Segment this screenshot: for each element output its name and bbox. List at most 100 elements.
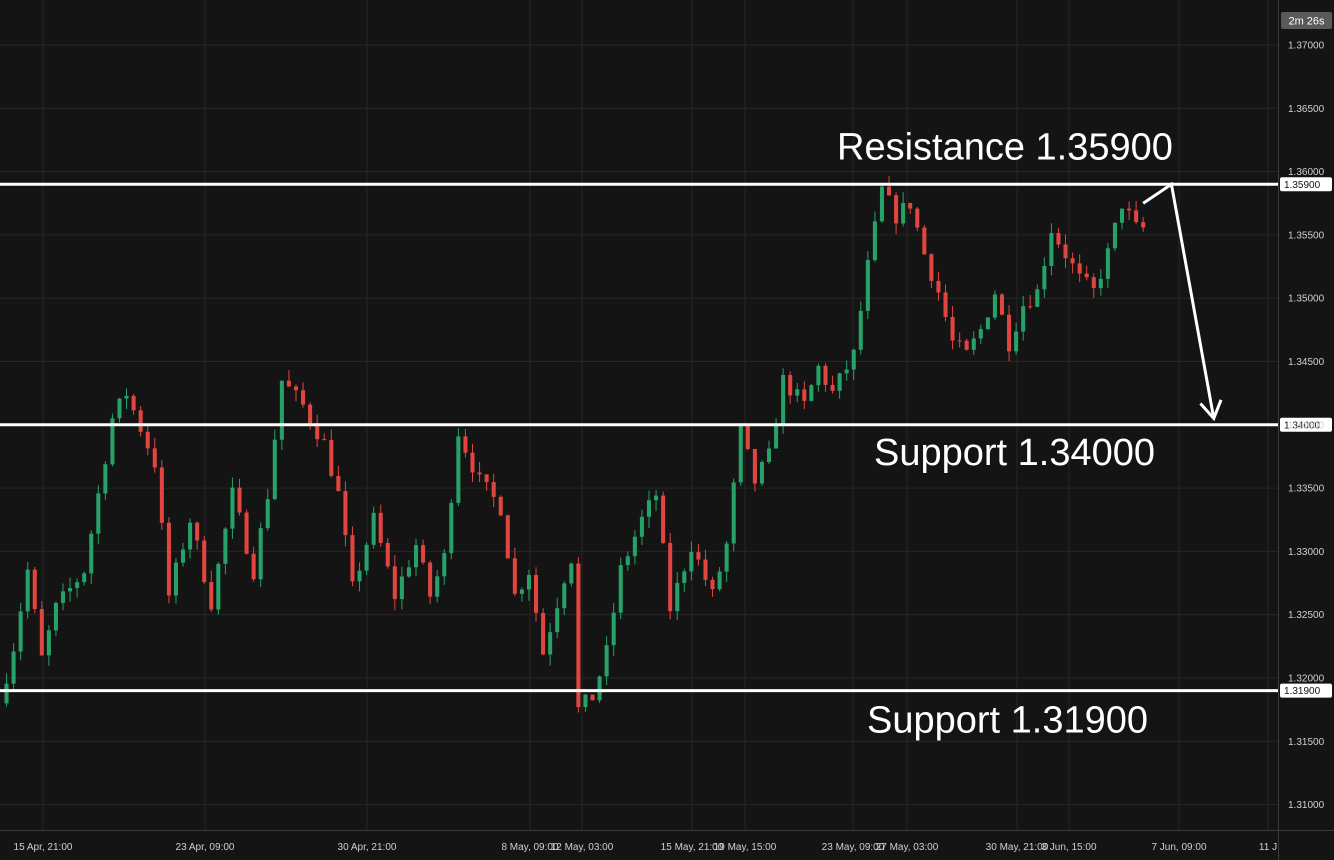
candle-body <box>202 540 207 583</box>
candle-body <box>272 439 277 500</box>
candle-body <box>251 553 256 580</box>
candle-body <box>1127 208 1132 211</box>
candle-body <box>703 559 708 580</box>
candle <box>731 478 736 552</box>
candle-body <box>265 499 270 529</box>
candle-body <box>336 476 341 492</box>
candle-body <box>53 602 58 631</box>
candle <box>272 429 277 501</box>
candle-body <box>421 545 426 563</box>
candle-body <box>611 612 616 646</box>
candle <box>985 316 990 330</box>
candle-body <box>216 563 221 610</box>
candle-body <box>145 431 150 449</box>
candle-body <box>244 512 249 554</box>
candle-body <box>1084 273 1089 278</box>
candle <box>1112 222 1117 251</box>
candle-body <box>498 496 503 516</box>
candle <box>569 562 574 587</box>
candle-body <box>915 208 920 228</box>
candle-body <box>428 562 433 597</box>
candle-body <box>872 221 877 261</box>
candle <box>738 423 743 486</box>
candle-body <box>555 608 560 633</box>
candle-body <box>435 576 440 597</box>
candle-body <box>237 487 242 513</box>
price-tick-label: 1.35500 <box>1288 230 1325 241</box>
candle-body <box>378 512 383 543</box>
candle-body <box>943 292 948 317</box>
candle-body <box>548 632 553 655</box>
candle-body <box>957 340 962 342</box>
candle-body <box>887 186 892 196</box>
candle <box>922 224 927 255</box>
candle-body <box>985 317 990 330</box>
candle-body <box>999 294 1005 315</box>
time-tick-label: 7 Jun, 09:00 <box>1151 842 1206 853</box>
candle <box>661 491 666 544</box>
candle <box>110 413 115 467</box>
candle <box>668 532 673 620</box>
candle <box>364 542 369 576</box>
candle <box>618 557 623 620</box>
candle-body <box>639 516 644 537</box>
candle <box>505 514 510 559</box>
candle-body <box>1077 263 1082 274</box>
candle-body <box>364 544 369 571</box>
candle-body <box>569 563 574 584</box>
candle-body <box>357 570 362 582</box>
candle-body <box>406 567 411 577</box>
candle-body <box>675 583 680 612</box>
candle-body <box>39 609 44 656</box>
time-tick-label: 30 Apr, 21:00 <box>338 842 397 853</box>
candle-body <box>950 316 955 341</box>
price-tick-label: 1.36000 <box>1288 167 1325 178</box>
price-tick-label: 1.33500 <box>1288 484 1325 495</box>
price-tick-label: 1.35000 <box>1288 294 1325 305</box>
candle-body <box>526 574 531 590</box>
candle-body <box>1028 306 1033 308</box>
candle-body <box>1049 233 1054 267</box>
candle-body <box>477 472 482 475</box>
candle-body <box>11 651 16 684</box>
candle <box>25 561 30 619</box>
time-tick-label: 23 Apr, 09:00 <box>176 842 235 853</box>
candle-body <box>442 553 447 577</box>
candle-body <box>971 338 976 350</box>
candle <box>879 184 884 223</box>
time-tick-label: 30 May, 21:00 <box>986 842 1049 853</box>
candle-body <box>322 439 327 441</box>
candle <box>999 293 1005 316</box>
candle-body <box>851 349 856 370</box>
time-tick-label: 19 May, 15:00 <box>714 842 777 853</box>
price-tick-label: 1.31500 <box>1288 737 1325 748</box>
candle-body <box>618 565 623 613</box>
candle-body <box>964 340 969 350</box>
candle-body <box>562 583 567 609</box>
candle-body <box>1014 331 1019 352</box>
candle-body <box>844 369 849 374</box>
candle-body <box>1021 306 1026 332</box>
candle-body <box>668 542 673 612</box>
candle <box>590 694 595 701</box>
candle-body <box>223 528 228 564</box>
candle-body <box>1063 244 1068 259</box>
candle-body <box>4 683 9 704</box>
candle-body <box>759 462 764 484</box>
candle-body <box>816 365 821 386</box>
candle-body <box>1070 258 1075 264</box>
candle <box>498 495 503 517</box>
candle-body <box>1035 289 1040 307</box>
candle-body <box>625 556 630 566</box>
candle-body <box>138 410 143 432</box>
candle-body <box>512 558 517 594</box>
candle-body <box>809 385 814 401</box>
candle-body <box>449 502 454 554</box>
candle-body <box>858 310 863 350</box>
candle-body <box>124 395 129 399</box>
candle-body <box>399 576 404 600</box>
candle-body <box>632 536 637 557</box>
candle-body <box>385 542 390 567</box>
price-tick-label: 1.36500 <box>1288 104 1325 115</box>
price-chart[interactable]: 1.35900 1.34000 1.31900 Resistance 1.35900… <box>0 0 1334 860</box>
